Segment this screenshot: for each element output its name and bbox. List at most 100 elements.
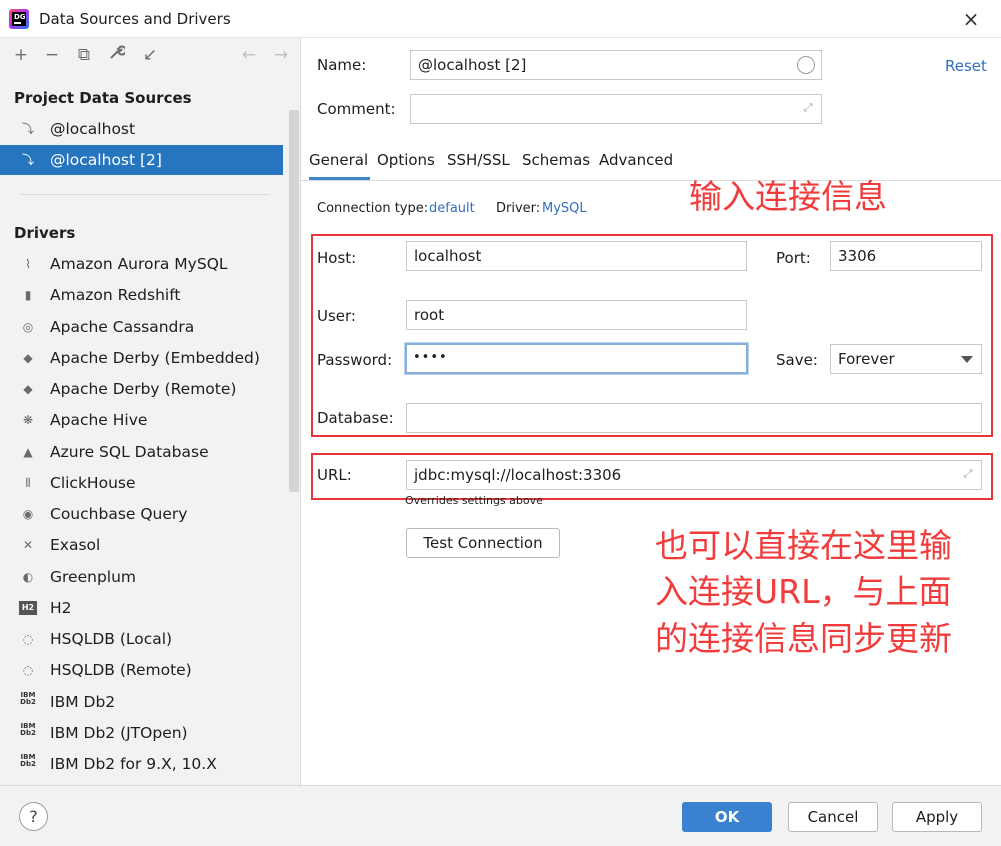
driver-item[interactable]: ◉ Couchbase Query [0, 499, 283, 529]
comment-field[interactable]: ⤢ [410, 94, 822, 124]
tab-schemas[interactable]: Schemas [522, 150, 590, 180]
driver-label: Driver: [496, 201, 541, 216]
port-label: Port: [776, 249, 811, 267]
tab-options[interactable]: Options [377, 150, 435, 180]
color-circle-icon[interactable] [797, 56, 815, 74]
expand-icon[interactable]: ⤢ [801, 101, 815, 115]
database-label: Database: [317, 409, 394, 427]
driver-label: Apache Cassandra [50, 318, 195, 336]
import-icon[interactable]: ↙ [139, 44, 161, 66]
name-field[interactable]: @localhost [2] [410, 50, 822, 80]
tab-ssh-ssl[interactable]: SSH/SSL [447, 150, 510, 180]
port-field[interactable]: 3306 [830, 241, 982, 271]
driver-item[interactable]: ✕ Exasol [0, 530, 283, 560]
close-icon[interactable]: × [958, 6, 984, 32]
left-panel: + − ⧉ ↙ ← → Project Data Sources ⤵ @loca… [0, 38, 301, 785]
forward-arrow-icon[interactable]: → [270, 44, 292, 66]
driver-label: Apache Derby (Remote) [50, 380, 237, 398]
tabs-divider [301, 180, 1001, 181]
left-toolbar: + − ⧉ ↙ ← → [0, 38, 300, 72]
user-label: User: [317, 307, 356, 325]
annotation-top: 输入连接信息 [689, 177, 887, 216]
datasource-item-localhost[interactable]: ⤵ @localhost [0, 114, 283, 144]
project-data-sources-header: Project Data Sources [14, 89, 192, 107]
driver-item[interactable]: ⌇ Amazon Aurora MySQL [0, 249, 283, 279]
name-value: @localhost [2] [418, 56, 527, 74]
host-field[interactable]: localhost [406, 241, 747, 271]
driver-item[interactable]: H2 H2 [0, 593, 283, 623]
url-label: URL: [317, 466, 352, 484]
driver-item[interactable]: ◆ Apache Derby (Remote) [0, 374, 283, 404]
driver-item[interactable]: ▲ Azure SQL Database [0, 437, 283, 467]
driver-item[interactable]: ◆ Apache Derby (Embedded) [0, 343, 283, 373]
driver-label: ClickHouse [50, 474, 136, 492]
hsqldb-icon: ◌ [22, 632, 34, 646]
expand-icon[interactable]: ⤢ [961, 467, 975, 481]
datasource-item-localhost-2[interactable]: ⤵ @localhost [2] [0, 145, 283, 175]
ibm-db2-icon: IBM Db2 [20, 691, 36, 706]
aurora-icon: ⌇ [25, 257, 31, 271]
driver-label: IBM Db2 for 9.X, 10.X [50, 755, 217, 773]
name-label: Name: [317, 56, 367, 74]
url-hint: Overrides settings above [405, 494, 543, 507]
mysql-dolphin-icon: ⤵ [21, 153, 34, 167]
driver-label: Couchbase Query [50, 505, 188, 523]
annotation-bottom-line-2: 入连接URL，与上面 [655, 572, 952, 611]
cancel-button[interactable]: Cancel [788, 802, 878, 832]
exasol-icon: ✕ [22, 538, 34, 552]
hive-icon: ❋ [22, 413, 34, 427]
reset-link[interactable]: Reset [945, 57, 987, 75]
tab-general[interactable]: General [309, 150, 371, 180]
help-icon[interactable]: ? [19, 802, 48, 831]
duplicate-icon[interactable]: ⧉ [73, 44, 95, 66]
ok-button[interactable]: OK [682, 802, 772, 832]
driver-item[interactable]: ◌ HSQLDB (Local) [0, 624, 283, 654]
drivers-header: Drivers [14, 224, 76, 242]
mysql-dolphin-icon: ⤵ [21, 122, 34, 136]
back-arrow-icon[interactable]: ← [238, 44, 260, 66]
azure-icon: ▲ [23, 445, 33, 459]
datasource-label: @localhost [2] [50, 151, 162, 169]
window-title: Data Sources and Drivers [39, 10, 231, 28]
user-field[interactable]: root [406, 300, 747, 330]
derby-icon: ◆ [23, 351, 33, 365]
remove-icon[interactable]: − [41, 44, 63, 66]
comment-label: Comment: [317, 100, 396, 118]
derby-icon: ◆ [23, 382, 33, 396]
driver-item[interactable]: ❋ Apache Hive [0, 405, 283, 435]
driver-label: Azure SQL Database [50, 443, 209, 461]
url-field[interactable]: jdbc:mysql://localhost:3306 ⤢ [406, 460, 982, 490]
test-connection-button[interactable]: Test Connection [406, 528, 560, 558]
sidebar-scrollbar[interactable] [289, 110, 299, 492]
driver-item[interactable]: IBM Db2 IBM Db2 for 9.X, 10.X [0, 749, 283, 779]
tab-advanced[interactable]: Advanced [599, 150, 673, 180]
url-value: jdbc:mysql://localhost:3306 [414, 466, 622, 484]
database-field[interactable] [406, 403, 982, 433]
driver-link[interactable]: MySQL [542, 201, 587, 216]
driver-label: Amazon Aurora MySQL [50, 255, 228, 273]
h2-icon: H2 [19, 601, 37, 615]
ibm-db2-icon: IBM Db2 [20, 753, 36, 768]
apply-button[interactable]: Apply [892, 802, 982, 832]
save-select[interactable]: Forever [830, 344, 982, 374]
driver-item[interactable]: ⦀ ClickHouse [0, 468, 283, 498]
ibm-db2-icon: IBM Db2 [20, 722, 36, 737]
driver-item[interactable]: ▮ Amazon Redshift [0, 280, 283, 310]
connection-type-label: Connection type: [317, 201, 429, 216]
connection-type-link[interactable]: default [429, 201, 475, 216]
password-field[interactable]: •••• [405, 343, 748, 374]
redshift-icon: ▮ [24, 288, 32, 302]
driver-item[interactable]: ◎ Apache Cassandra [0, 312, 283, 342]
wrench-icon[interactable] [106, 44, 128, 66]
annotation-bottom-line-3: 的连接信息同步更新 [655, 619, 952, 658]
driver-item[interactable]: ◌ HSQLDB (Remote) [0, 655, 283, 685]
driver-item[interactable]: IBM Db2 IBM Db2 (JTOpen) [0, 718, 283, 748]
save-label: Save: [776, 351, 818, 369]
driver-item[interactable]: ◐ Greenplum [0, 562, 283, 592]
driver-item[interactable]: IBM Db2 IBM Db2 [0, 687, 283, 717]
cassandra-icon: ◎ [22, 320, 34, 334]
add-icon[interactable]: + [10, 44, 32, 66]
save-value: Forever [838, 350, 895, 368]
annotation-bottom-line-1: 也可以直接在这里输 [655, 526, 952, 565]
driver-label: IBM Db2 (JTOpen) [50, 724, 188, 742]
